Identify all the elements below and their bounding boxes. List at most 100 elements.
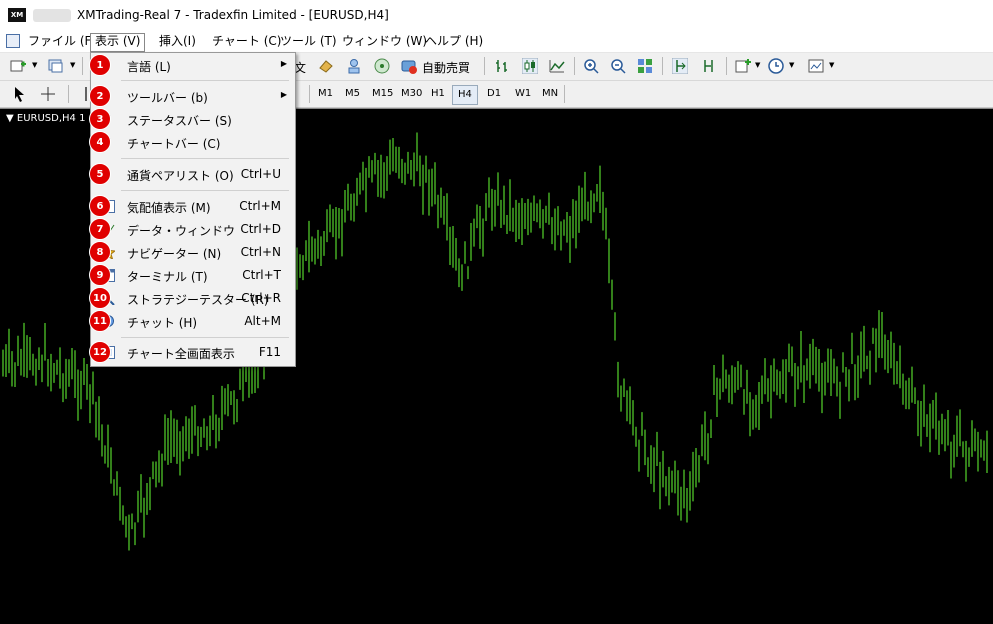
step-badge: 6 bbox=[89, 195, 111, 217]
menu-item-toolbars[interactable]: 2 ツールバー (b) ▶ bbox=[89, 85, 295, 108]
line-chart-icon[interactable] bbox=[549, 58, 565, 74]
step-badge: 7 bbox=[89, 218, 111, 240]
menu-item-market-watch[interactable]: 6 気配値表示 (M) Ctrl+M bbox=[89, 195, 295, 218]
menu-item-label: チャート全画面表示 bbox=[127, 347, 235, 361]
menu-item-label: ナビゲーター (N) bbox=[127, 247, 222, 261]
menu-item-label: データ・ウィンドウ bbox=[127, 224, 236, 238]
step-badge: 5 bbox=[89, 163, 111, 185]
new-chart-icon[interactable] bbox=[10, 58, 26, 74]
eraser-icon[interactable] bbox=[318, 58, 334, 74]
dropdown-arrow-icon[interactable]: ▼ bbox=[789, 61, 794, 69]
menu-item-chart-bar[interactable]: ✓ 4 チャートバー (C) bbox=[89, 131, 295, 154]
cursor-arrow-icon[interactable] bbox=[12, 86, 28, 102]
window-title: XMTrading-Real 7 - Tradexfin Limited - [… bbox=[77, 8, 389, 22]
zoom-out-icon[interactable] bbox=[610, 58, 626, 74]
menu-item-shortcut: Alt+M bbox=[244, 314, 281, 328]
menu-item-label: チャット (H) bbox=[127, 316, 198, 330]
menu-item-shortcut: Ctrl+T bbox=[242, 268, 281, 282]
templates-icon[interactable] bbox=[808, 58, 824, 74]
menu-item-terminal[interactable]: 9 ターミナル (T) Ctrl+T bbox=[89, 264, 295, 287]
separator bbox=[574, 57, 575, 75]
menu-item-label: 通貨ペアリスト (O) bbox=[127, 169, 234, 183]
timeframe-m30[interactable]: M30 bbox=[396, 85, 427, 103]
autoscroll-icon[interactable] bbox=[700, 58, 716, 74]
menu-tools[interactable]: ツール (T) bbox=[276, 33, 341, 50]
blurred-account-number bbox=[33, 9, 71, 22]
profiles-icon[interactable] bbox=[48, 58, 64, 74]
menu-item-label: 気配値表示 (M) bbox=[127, 201, 211, 215]
menu-item-label: ツールバー (b) bbox=[127, 91, 208, 105]
step-badge: 9 bbox=[89, 264, 111, 286]
menu-item-status-bar[interactable]: ✓ 3 ステータスバー (S) bbox=[89, 108, 295, 131]
document-icon[interactable] bbox=[6, 34, 20, 48]
timeframe-h1[interactable]: H1 bbox=[426, 85, 450, 103]
menu-file[interactable]: ファイル (F) bbox=[24, 33, 100, 50]
periods-clock-icon[interactable] bbox=[768, 58, 784, 74]
menu-item-label: ターミナル (T) bbox=[127, 270, 208, 284]
menu-item-full-screen[interactable]: 12 チャート全画面表示 F11 bbox=[89, 341, 295, 364]
view-menu-dropdown: 1 言語 (L) ▶ 2 ツールバー (b) ▶ ✓ 3 ステータスバー (S)… bbox=[89, 52, 296, 367]
menu-item-chat[interactable]: 11 チャット (H) Alt+M bbox=[89, 310, 295, 333]
chart-menu-arrow-icon[interactable]: ▼ bbox=[6, 113, 14, 124]
menu-help[interactable]: ヘルプ (H) bbox=[421, 33, 487, 50]
submenu-arrow-icon: ▶ bbox=[280, 90, 287, 99]
menu-bar: ファイル (F) 表示 (V) 挿入(I) チャート (C) ツール (T) ウ… bbox=[0, 31, 993, 53]
menu-item-shortcut: Ctrl+D bbox=[240, 222, 281, 236]
menu-insert[interactable]: 挿入(I) bbox=[155, 33, 200, 50]
menu-item-label: ステータスバー (S) bbox=[127, 114, 232, 128]
menu-item-strategy-tester[interactable]: 10 ストラテジーテスター (R) Ctrl+R bbox=[89, 287, 295, 310]
step-badge: 11 bbox=[89, 310, 111, 332]
menu-item-shortcut: F11 bbox=[258, 345, 281, 359]
menu-item-shortcut: Ctrl+U bbox=[240, 167, 281, 181]
timeframe-h4[interactable]: H4 bbox=[452, 85, 478, 105]
bar-chart-icon[interactable] bbox=[494, 58, 510, 74]
timeframe-d1[interactable]: D1 bbox=[482, 85, 506, 103]
menu-charts[interactable]: チャート (C) bbox=[208, 33, 285, 50]
menu-window[interactable]: ウィンドウ (W) bbox=[338, 33, 431, 50]
dropdown-arrow-icon[interactable]: ▼ bbox=[70, 61, 75, 69]
step-badge: 8 bbox=[89, 241, 111, 263]
timeframe-m1[interactable]: M1 bbox=[313, 85, 338, 103]
dropdown-arrow-icon[interactable]: ▼ bbox=[829, 61, 834, 69]
separator bbox=[68, 85, 69, 103]
chart-shift-icon[interactable] bbox=[672, 58, 688, 74]
timeframe-mn[interactable]: MN bbox=[537, 85, 563, 103]
timeframe-m5[interactable]: M5 bbox=[340, 85, 365, 103]
signal-icon[interactable] bbox=[374, 58, 390, 74]
menu-item-shortcut: Ctrl+R bbox=[241, 291, 281, 305]
menu-item-data-window[interactable]: 7 データ・ウィンドウ Ctrl+D bbox=[89, 218, 295, 241]
separator bbox=[121, 80, 289, 81]
autotrade-icon[interactable] bbox=[401, 58, 417, 74]
menu-item-shortcut: Ctrl+M bbox=[239, 199, 281, 213]
separator bbox=[121, 190, 289, 191]
zoom-in-icon[interactable] bbox=[583, 58, 599, 74]
separator bbox=[82, 57, 83, 75]
menu-item-label: 言語 (L) bbox=[127, 60, 171, 74]
separator bbox=[484, 57, 485, 75]
menu-view[interactable]: 表示 (V) bbox=[90, 33, 146, 52]
separator bbox=[309, 85, 310, 103]
indicators-icon[interactable] bbox=[735, 58, 751, 74]
step-badge: 10 bbox=[89, 287, 111, 309]
menu-item-label: チャートバー (C) bbox=[127, 137, 221, 151]
autotrade-button[interactable]: 自動売買 bbox=[422, 59, 470, 76]
separator bbox=[726, 57, 727, 75]
crosshair-icon[interactable] bbox=[40, 86, 56, 102]
separator bbox=[121, 158, 289, 159]
menu-item-symbols[interactable]: 5 通貨ペアリスト (O) Ctrl+U bbox=[89, 163, 295, 186]
menu-item-navigator[interactable]: 8 ナビゲーター (N) Ctrl+N bbox=[89, 241, 295, 264]
step-badge: 2 bbox=[89, 85, 111, 107]
step-badge: 12 bbox=[89, 341, 111, 363]
dropdown-arrow-icon[interactable]: ▼ bbox=[32, 61, 37, 69]
timeframe-m15[interactable]: M15 bbox=[367, 85, 398, 103]
step-badge: 1 bbox=[89, 54, 111, 76]
timeframe-w1[interactable]: W1 bbox=[510, 85, 536, 103]
tile-windows-icon[interactable] bbox=[637, 58, 653, 74]
chart-symbol-suffix: 1 bbox=[79, 113, 86, 124]
person-icon[interactable] bbox=[346, 58, 362, 74]
dropdown-arrow-icon[interactable]: ▼ bbox=[755, 61, 760, 69]
title-bar: XM XMTrading-Real 7 - Tradexfin Limited … bbox=[0, 0, 993, 31]
chart-symbol: EURUSD,H4 bbox=[16, 113, 76, 124]
menu-item-language[interactable]: 1 言語 (L) ▶ bbox=[89, 54, 295, 77]
candles-icon[interactable] bbox=[522, 58, 538, 74]
